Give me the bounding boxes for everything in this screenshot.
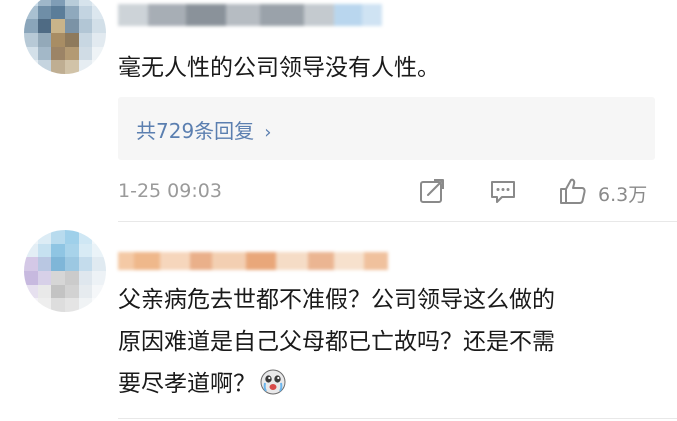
- avatar[interactable]: [24, 230, 106, 312]
- thumbs-up-icon[interactable]: [558, 176, 588, 206]
- reply-summary-box[interactable]: 共729条回复 ›: [118, 97, 655, 160]
- comment-actions: 1-25 09:03 6.3万: [0, 174, 677, 210]
- chevron-right-icon: ›: [264, 122, 272, 143]
- divider: [118, 418, 677, 419]
- comment-item: 毫无人性的公司领导没有人性。 共729条回复 › 1-25 09:03 6.3万: [0, 0, 677, 222]
- username-redacted[interactable]: [118, 252, 388, 270]
- username-redacted[interactable]: [118, 4, 382, 26]
- view-replies-link[interactable]: 共729条回复 ›: [136, 115, 271, 144]
- crying-face-emoji-icon: [260, 369, 286, 395]
- comment-timestamp: 1-25 09:03: [118, 180, 222, 202]
- comment-item: 父亲病危去世都不准假？公司领导这么做的 原因难道是自己父母都已亡故吗？还是不需 …: [0, 222, 677, 421]
- share-icon[interactable]: [417, 176, 447, 206]
- comment-text: 毫无人性的公司领导没有人性。: [118, 55, 440, 81]
- comment-list: 毫无人性的公司领导没有人性。 共729条回复 › 1-25 09:03 6.3万: [0, 0, 677, 421]
- like-count: 6.3万: [598, 184, 648, 206]
- comment-text: 父亲病危去世都不准假？公司领导这么做的 原因难道是自己父母都已亡故吗？还是不需 …: [118, 287, 555, 397]
- avatar[interactable]: [24, 0, 106, 74]
- comment-icon[interactable]: [488, 176, 518, 206]
- reply-count-label: 共729条回复: [136, 119, 255, 143]
